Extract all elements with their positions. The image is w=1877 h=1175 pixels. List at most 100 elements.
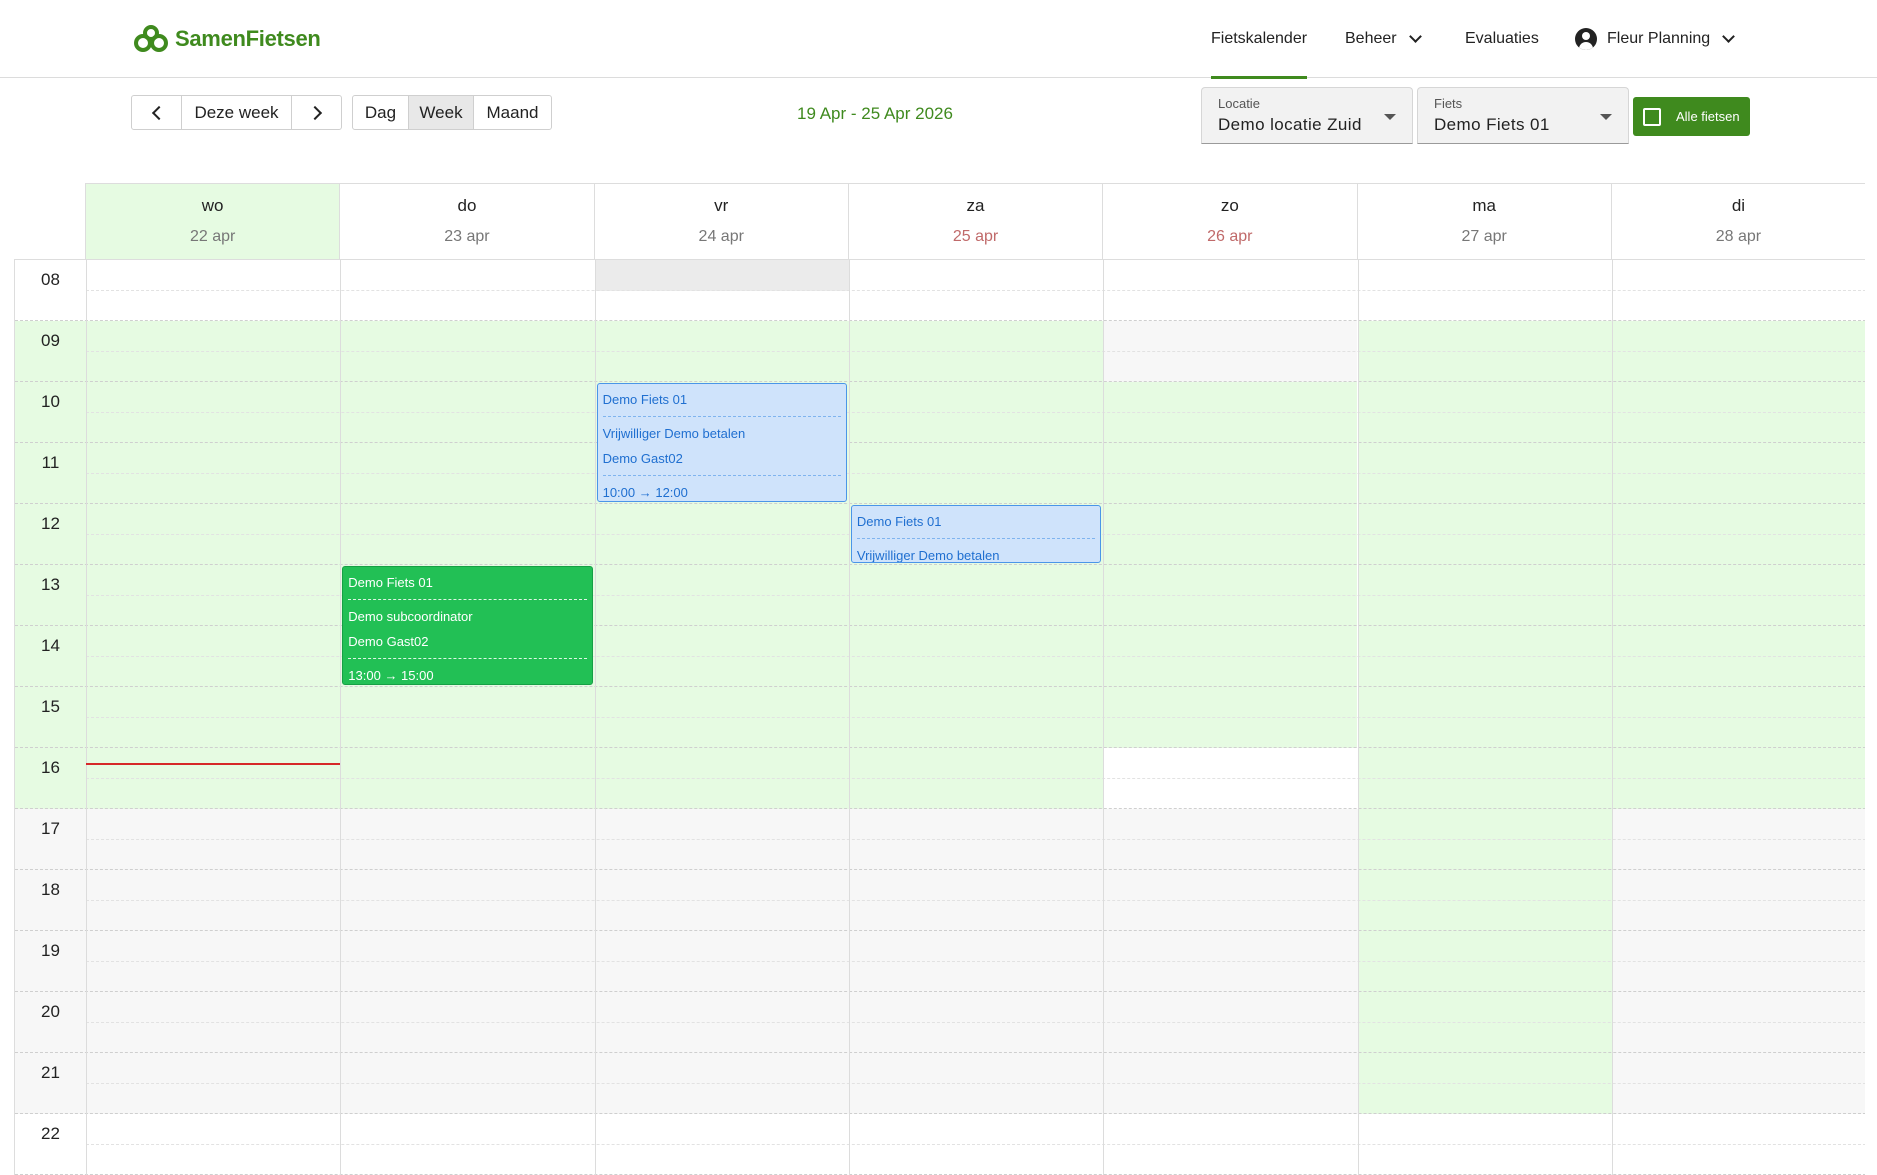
half-hour-divider: [86, 1083, 1865, 1084]
hour-row: 17: [15, 809, 1865, 870]
nav-item-beheer[interactable]: Beheer: [1345, 0, 1422, 78]
day-name: wo: [201, 196, 224, 215]
day-header-di[interactable]: di 28 apr: [1610, 184, 1865, 260]
event-guest: Demo Gast02: [348, 634, 429, 649]
hour-label: 11: [41, 453, 60, 472]
day-name: ma: [1472, 196, 1496, 215]
half-hour-divider: [86, 900, 1865, 901]
day-date: 27 apr: [1461, 228, 1507, 245]
event-divider: [348, 599, 587, 600]
dropdown-caret-icon: [1600, 114, 1612, 120]
this-week-button[interactable]: Deze week: [182, 96, 292, 129]
hour-label: 16: [41, 758, 60, 777]
view-month-button[interactable]: Maand: [474, 96, 551, 129]
calendar-event[interactable]: Demo Fiets 01 Vrijwilliger Demo betalen: [850, 505, 1102, 563]
half-hour-divider: [86, 1144, 1865, 1145]
time-grid: 08 09 10 11 12 13 14 15 16 17 18 19 20 21 22 Demo Fiets…: [14, 259, 1865, 1175]
event-guest: Demo Gast02: [602, 451, 683, 466]
calendar-event[interactable]: Demo Fiets 01 Vrijwilliger Demo betalen De…: [596, 383, 847, 502]
day-date: 23 apr: [444, 228, 490, 245]
half-hour-divider: [86, 473, 1865, 474]
nav-item-fietskalender[interactable]: Fietskalender: [1211, 0, 1308, 79]
calendar-event[interactable]: Demo Fiets 01 Demo subcoordinator Demo Gas…: [342, 566, 593, 685]
half-hour-divider: [86, 412, 1865, 413]
column-divider: [1357, 260, 1359, 1175]
day-header-za[interactable]: za 25 apr: [847, 184, 1102, 260]
current-time-indicator: [86, 763, 341, 766]
brand-logo[interactable]: SamenFietsen: [133, 22, 321, 56]
day-header-row: wo 22 apr do 23 apr vr 24 apr za 25 apr zo 26 apr…: [85, 183, 1865, 260]
day-date: 25 apr: [952, 228, 999, 245]
event-volunteer: Vrijwilliger Demo betalen: [602, 426, 746, 441]
hour-label: 10: [41, 392, 60, 411]
column-divider: [340, 260, 342, 1175]
hour-row: 19: [15, 931, 1865, 992]
week-navigation: Deze week: [131, 95, 342, 130]
hour-label: 14: [41, 636, 60, 655]
user-name: Fleur Planning: [1607, 30, 1711, 47]
all-bikes-label: Alle fietsen: [1676, 109, 1740, 124]
previous-week-button[interactable]: [132, 96, 182, 129]
hour-row: 09: [15, 321, 1865, 382]
hour-row: 18: [15, 870, 1865, 931]
brand-name: SamenFietsen: [175, 26, 321, 51]
event-volunteer: Demo subcoordinator: [348, 609, 473, 624]
day-header-ma[interactable]: ma 27 apr: [1356, 184, 1611, 260]
hour-row: 20: [15, 992, 1865, 1053]
day-name: za: [966, 196, 985, 215]
day-header-wo[interactable]: wo 22 apr: [85, 184, 340, 260]
next-week-button[interactable]: [292, 96, 341, 129]
event-time: 13:00 → 15:00: [348, 668, 434, 683]
hour-label: 17: [41, 819, 60, 838]
week-calendar: wo 22 apr do 23 apr vr 24 apr za 25 apr zo 26 apr…: [14, 183, 1865, 1175]
hour-row: 10: [15, 382, 1865, 443]
hour-row: 13: [15, 565, 1865, 626]
event-volunteer: Vrijwilliger Demo betalen: [856, 548, 1000, 563]
hour-label: 19: [41, 941, 60, 960]
hour-label: 15: [41, 697, 60, 716]
chevron-down-icon: [1408, 30, 1422, 43]
nav-label: Fietskalender: [1211, 30, 1308, 47]
user-menu[interactable]: Fleur Planning: [1575, 0, 1736, 78]
day-name: vr: [714, 196, 729, 215]
half-hour-divider: [86, 351, 1865, 352]
event-divider: [602, 416, 841, 417]
bike-select[interactable]: Fiets Demo Fiets 01: [1417, 87, 1629, 144]
view-week-button[interactable]: Week: [409, 96, 474, 129]
event-divider: [602, 475, 841, 476]
day-header-zo[interactable]: zo 26 apr: [1102, 184, 1356, 260]
event-bike: Demo Fiets 01: [348, 575, 433, 590]
day-date: 26 apr: [1207, 228, 1253, 245]
day-name: zo: [1220, 196, 1239, 215]
column-divider: [1611, 260, 1613, 1175]
bike-select-label: Fiets: [1434, 96, 1463, 111]
hour-row: 21: [15, 1053, 1865, 1114]
hour-row: 22: [15, 1114, 1865, 1175]
location-select[interactable]: Locatie Demo locatie Zuid: [1201, 87, 1413, 144]
nav-item-evaluaties[interactable]: Evaluaties: [1465, 0, 1539, 78]
half-hour-divider: [86, 961, 1865, 962]
checkbox-unchecked-icon[interactable]: [1643, 107, 1661, 126]
half-hour-divider: [86, 290, 1865, 291]
day-header-do[interactable]: do 23 apr: [339, 184, 593, 260]
dropdown-caret-icon: [1384, 114, 1396, 120]
day-header-vr[interactable]: vr 24 apr: [593, 184, 848, 260]
event-divider: [348, 658, 587, 659]
chevron-left-icon: [151, 105, 166, 120]
account-circle-icon: [1575, 28, 1597, 50]
event-divider: [856, 538, 1096, 539]
nav-label: Beheer: [1345, 30, 1397, 47]
view-day-button[interactable]: Dag: [353, 96, 409, 129]
date-range-label: 19 Apr - 25 Apr 2026: [797, 104, 953, 123]
hour-row: 15: [15, 687, 1865, 748]
chevron-right-icon: [307, 105, 322, 120]
hour-label: 20: [41, 1002, 60, 1021]
event-bike: Demo Fiets 01: [602, 392, 688, 407]
day-date: 24 apr: [698, 228, 744, 245]
hour-row: 08: [15, 260, 1865, 321]
event-bike: Demo Fiets 01: [856, 514, 942, 529]
day-date: 22 apr: [189, 228, 236, 245]
all-bikes-toggle[interactable]: Alle fietsen: [1633, 97, 1750, 136]
top-navigation-bar: SamenFietsen Fietskalender Beheer Evalua…: [0, 0, 1877, 79]
half-hour-divider: [86, 1022, 1865, 1023]
